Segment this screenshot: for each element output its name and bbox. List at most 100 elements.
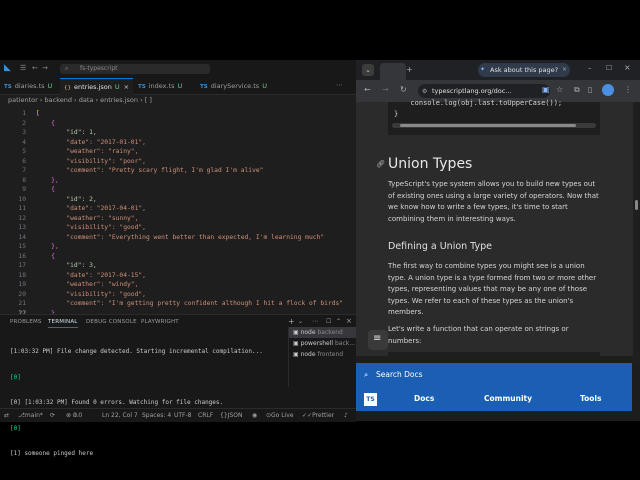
section-heading: Defining a Union Type: [388, 241, 493, 252]
back-arrow-icon[interactable]: ←: [364, 85, 371, 94]
code-line: "comment": "Everything went better than …: [36, 233, 325, 241]
terminal-output[interactable]: [1:03:32 PM] File change detected. Start…: [10, 331, 263, 476]
line-number: 13: [18, 224, 26, 231]
cursor-position[interactable]: Ln 22, Col 7: [102, 409, 138, 422]
command-center-search[interactable]: fs-typescript: [60, 64, 210, 74]
ai-icon[interactable]: ▣: [542, 85, 550, 94]
breadcrumb: patientor › backend › data › entries.jso…: [8, 96, 152, 104]
chevron-down-icon[interactable]: ⌄: [298, 318, 303, 325]
back-arrow-icon[interactable]: ←: [32, 64, 38, 72]
code-line: "id": 1,: [36, 129, 97, 136]
tab-diaries[interactable]: TS diaries.ts U: [0, 78, 56, 94]
menu-button[interactable]: ≡: [368, 330, 388, 350]
terminal-line: [1] someone pinged here: [10, 450, 94, 457]
code-snippet: console.log(obj.last.toUpperCase()); }: [388, 99, 600, 135]
more-actions-icon[interactable]: ⋯: [336, 81, 343, 89]
intro-paragraph: TypeScript's type system allows you to b…: [388, 180, 599, 223]
accounts-icon[interactable]: ◉: [252, 409, 257, 422]
maximize-icon[interactable]: ☐: [606, 64, 612, 72]
tab-terminal[interactable]: TERMINAL: [48, 319, 78, 328]
problems-indicator[interactable]: ⊗ 0 ⚠ 0: [66, 409, 82, 422]
search-icon: ⌕: [364, 370, 369, 379]
ask-about-page-button[interactable]: Ask about this page?: [478, 63, 570, 77]
remote-icon[interactable]: ⇄: [4, 409, 9, 422]
tab-label: diaries.ts: [14, 82, 45, 90]
bottom-panel: PROBLEMS TERMINAL DEBUG CONSOLE PLAYWRIG…: [0, 314, 357, 457]
tab-search-icon[interactable]: ⌄: [362, 64, 374, 76]
minimize-icon[interactable]: –: [588, 64, 592, 72]
language-mode[interactable]: {} JSON: [220, 409, 242, 422]
code-line: },: [36, 243, 59, 250]
sparkle-icon: ✦: [480, 66, 486, 73]
tab-debug-console[interactable]: DEBUG CONSOLE: [86, 319, 137, 325]
breadcrumb-item[interactable]: backend: [45, 96, 72, 104]
indentation[interactable]: Spaces: 4: [142, 409, 171, 422]
reload-icon[interactable]: ↻: [400, 85, 407, 94]
branch-indicator[interactable]: ⎇ main*: [18, 409, 43, 422]
layout-icon[interactable]: ☰: [20, 64, 26, 72]
code-line: "visibility": "poor",: [36, 157, 146, 165]
scrollbar-thumb[interactable]: [635, 200, 638, 210]
scrollbar-thumb[interactable]: [400, 124, 576, 127]
close-icon[interactable]: ×: [346, 317, 352, 325]
go-live-button[interactable]: ⊙ Go Live: [266, 409, 294, 422]
search-docs-bar[interactable]: ⌕ Search Docs: [356, 363, 632, 387]
extensions-icon[interactable]: ⧉: [574, 85, 580, 95]
code-editor[interactable]: 1 2 3 4 5 6 7 8 9 10 11 12 13 14 15 16 17 18 19 20 21 22[ { "…: [0, 106, 356, 317]
terminal-item[interactable]: ▣ node backend: [289, 327, 357, 338]
nav-community[interactable]: Community: [484, 387, 532, 411]
encoding[interactable]: UTF-8: [174, 409, 192, 422]
bell-icon[interactable]: ♪: [344, 409, 348, 422]
line-number: 8: [22, 176, 26, 184]
untracked-badge: U: [177, 82, 183, 90]
close-icon[interactable]: ×: [124, 83, 129, 91]
typescript-logo[interactable]: TS: [364, 393, 377, 406]
line-ending[interactable]: CRLF: [198, 409, 213, 422]
menu-icon[interactable]: ⋮: [624, 85, 632, 94]
new-terminal-icon[interactable]: +: [288, 317, 295, 326]
terminal-item[interactable]: ▣ powershell back...: [289, 338, 357, 349]
tab-diary-service[interactable]: TS diaryService.ts U: [196, 78, 271, 94]
tab-playwright[interactable]: PLAYWRIGHT: [141, 319, 179, 325]
line-number: 20: [18, 290, 26, 298]
bookmark-star-icon[interactable]: ☆: [556, 85, 563, 94]
close-window-icon[interactable]: ×: [624, 63, 631, 72]
code-line: "comment": "Pretty scary flight, I'm gla…: [36, 167, 264, 174]
line-number: 4: [22, 138, 26, 146]
new-tab-icon[interactable]: +: [406, 65, 413, 74]
avatar[interactable]: [602, 84, 614, 96]
tab-problems[interactable]: PROBLEMS: [10, 319, 42, 325]
nav-docs[interactable]: Docs: [414, 387, 434, 411]
breadcrumb-item[interactable]: data: [79, 96, 94, 104]
terminal-item[interactable]: ▣ node frontend: [289, 349, 357, 360]
breadcrumb-item[interactable]: [ ]: [145, 96, 152, 104]
browser-tab[interactable]: [380, 63, 406, 80]
sidebar-icon[interactable]: ▯: [588, 85, 592, 94]
link-icon[interactable]: 🔗︎: [376, 160, 385, 168]
chevron-up-icon[interactable]: ⌃: [336, 318, 341, 325]
tab-index[interactable]: TS index.ts U: [134, 78, 186, 94]
tab-entries[interactable]: {} entries.json U ×: [60, 78, 134, 95]
url-field[interactable]: typescriptlang.org/doc...: [418, 84, 550, 98]
breadcrumb-item[interactable]: entries.json: [100, 96, 138, 104]
prettier-status[interactable]: ✓✓ Prettier: [302, 409, 334, 422]
breadcrumb-item[interactable]: patientor: [8, 96, 38, 104]
nav-tools[interactable]: Tools: [580, 387, 601, 411]
sync-icon[interactable]: ⟳: [50, 409, 55, 422]
untracked-badge: U: [262, 82, 267, 90]
untracked-badge: U: [114, 83, 120, 91]
code-line: {: [36, 252, 55, 260]
tab-label: diaryService.ts: [210, 82, 260, 90]
close-icon[interactable]: ×: [562, 66, 567, 73]
forward-arrow-icon[interactable]: →: [42, 64, 48, 72]
code-line: "date": "2017-04-15",: [36, 271, 146, 279]
line-number: 14: [18, 233, 26, 241]
code-scrollbar[interactable]: [392, 123, 596, 128]
line-number: 19: [18, 281, 26, 288]
line-number: 11: [18, 205, 26, 212]
maximize-icon[interactable]: ☐: [326, 318, 331, 325]
forward-arrow-icon[interactable]: →: [382, 85, 389, 94]
site-info-icon[interactable]: ⚙: [422, 88, 427, 95]
more-actions-icon[interactable]: ⋯: [312, 318, 318, 325]
page-scrollbar[interactable]: [633, 102, 640, 363]
